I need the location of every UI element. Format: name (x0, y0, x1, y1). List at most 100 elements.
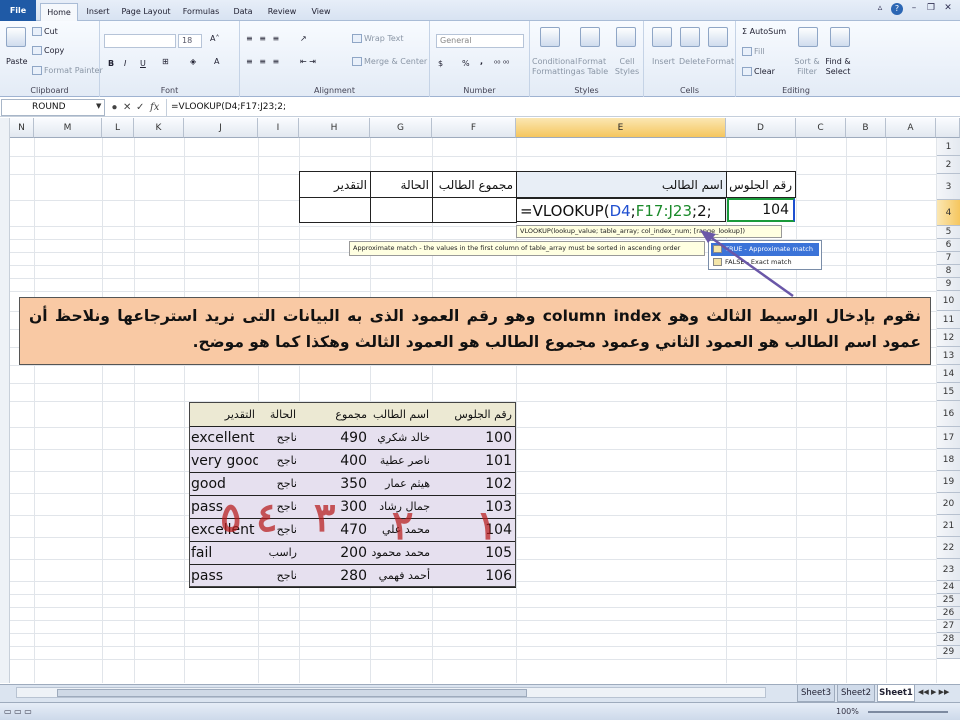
row-header-5[interactable]: 5 (936, 226, 960, 239)
row-header-19[interactable]: 19 (936, 471, 960, 493)
column-header-N[interactable]: N (10, 118, 34, 138)
tab-data[interactable]: Data (228, 3, 258, 21)
orientation-icon[interactable]: ↗ (300, 34, 307, 43)
row-header-29[interactable]: 29 (936, 646, 960, 659)
format-table-icon[interactable] (580, 27, 600, 47)
option-false-exact[interactable]: FALSE - Exact match (711, 256, 819, 269)
horizontal-scrollbar[interactable] (16, 687, 766, 698)
row-header-4[interactable]: 4 (936, 200, 960, 226)
format-button[interactable]: Format (706, 57, 734, 66)
percent-button[interactable]: % (462, 59, 470, 68)
header-seat[interactable]: رقم الجلوس (726, 171, 796, 198)
header-status[interactable]: الحالة (370, 171, 433, 198)
cut-button[interactable]: Cut (32, 27, 58, 36)
paste-icon[interactable] (6, 27, 26, 47)
row-header-14[interactable]: 14 (936, 365, 960, 383)
option-true-approximate[interactable]: TRUE - Approximate match (711, 243, 819, 256)
row-header-1[interactable]: 1 (936, 138, 960, 156)
ribbon-minimize-icon[interactable]: ▵ (874, 3, 886, 15)
cell-editing-formula[interactable]: =VLOOKUP(D4;F17:J23;2; (516, 198, 726, 222)
format-as-table-button[interactable]: Format as Table (574, 57, 610, 77)
row-header-2[interactable]: 2 (936, 156, 960, 174)
wrap-text-button[interactable]: Wrap Text (352, 34, 404, 43)
find-select-button[interactable]: Find & Select (822, 57, 854, 77)
format-cells-icon[interactable] (708, 27, 728, 47)
insert-cells-icon[interactable] (652, 27, 672, 47)
tab-file[interactable]: File (0, 0, 36, 21)
clear-button[interactable]: Clear (742, 67, 775, 76)
italic-button[interactable]: I (124, 59, 126, 68)
font-color-icon[interactable]: A (214, 57, 219, 66)
row-header-9[interactable]: 9 (936, 278, 960, 291)
insert-function-icon[interactable]: fx (150, 99, 159, 116)
row-header-7[interactable]: 7 (936, 252, 960, 265)
row-header-13[interactable]: 13 (936, 347, 960, 365)
currency-icon[interactable]: $ (438, 59, 443, 68)
tab-view[interactable]: View (306, 3, 336, 21)
tab-sheet3[interactable]: Sheet3 (797, 685, 835, 702)
paste-button[interactable]: Paste (6, 57, 28, 66)
zoom-slider[interactable] (868, 711, 948, 713)
zoom-level[interactable]: 100% (836, 703, 859, 720)
column-header-B[interactable]: B (846, 118, 886, 138)
row-header-18[interactable]: 18 (936, 449, 960, 471)
row-header-10[interactable]: 10 (936, 291, 960, 311)
column-header-I[interactable]: I (258, 118, 299, 138)
bold-button[interactable]: B (108, 59, 114, 68)
conditional-formatting-icon[interactable] (540, 27, 560, 47)
row-header-23[interactable]: 23 (936, 559, 960, 581)
row-header-11[interactable]: 11 (936, 311, 960, 329)
tab-formulas[interactable]: Formulas (178, 3, 224, 21)
autosum-button[interactable]: Σ AutoSum (742, 27, 786, 36)
row-header-21[interactable]: 21 (936, 515, 960, 537)
row-header-27[interactable]: 27 (936, 620, 960, 633)
tab-insert[interactable]: Insert (80, 3, 116, 21)
column-header-F[interactable]: F (432, 118, 516, 138)
comma-button[interactable]: , (480, 57, 483, 66)
format-painter-button[interactable]: Format Painter (32, 66, 103, 75)
row-header-20[interactable]: 20 (936, 493, 960, 515)
column-header-L[interactable]: L (102, 118, 134, 138)
cell-styles-button[interactable]: Cell Styles (614, 57, 640, 77)
confirm-entry-icon[interactable]: ✓ (136, 99, 144, 116)
cell-grade-input[interactable] (299, 197, 371, 223)
row-header-6[interactable]: 6 (936, 239, 960, 252)
close-icon[interactable]: ✕ (942, 3, 954, 15)
column-header-K[interactable]: K (134, 118, 184, 138)
row-header-24[interactable]: 24 (936, 581, 960, 594)
column-header-M[interactable]: M (34, 118, 102, 138)
header-total[interactable]: مجموع الطالب (432, 171, 517, 198)
find-select-icon[interactable] (830, 27, 850, 47)
tab-sheet2[interactable]: Sheet2 (837, 685, 875, 702)
sort-filter-icon[interactable] (798, 27, 818, 47)
help-icon[interactable]: ? (891, 3, 903, 15)
row-header-17[interactable]: 17 (936, 427, 960, 449)
cell-seat-value[interactable]: 104 (727, 198, 795, 222)
column-header-A[interactable]: A (886, 118, 936, 138)
column-header-D[interactable]: D (726, 118, 796, 138)
font-name-combo[interactable] (104, 34, 176, 48)
name-box-dropdown-icon[interactable]: ▼ (96, 102, 101, 110)
tab-sheet1[interactable]: Sheet1 (877, 685, 915, 702)
decimal-icons[interactable]: ⁰⁰ ⁰⁰ (494, 59, 509, 68)
select-all-corner[interactable] (936, 118, 960, 138)
column-header-E[interactable]: E (516, 118, 726, 138)
minimize-icon[interactable]: – (908, 3, 920, 15)
fill-button[interactable]: Fill (742, 47, 765, 56)
name-box[interactable]: ROUND (1, 99, 105, 116)
column-header-G[interactable]: G (370, 118, 432, 138)
header-grade[interactable]: التقدير (299, 171, 371, 198)
restore-icon[interactable]: ❐ (925, 3, 937, 15)
sort-filter-button[interactable]: Sort & Filter (792, 57, 822, 77)
scroll-thumb[interactable] (57, 689, 527, 697)
vertical-align-icons[interactable]: ≡ ≡ ≡ (246, 34, 281, 43)
delete-cells-icon[interactable] (680, 27, 700, 47)
copy-button[interactable]: Copy (32, 46, 64, 55)
row-header-12[interactable]: 12 (936, 329, 960, 347)
conditional-formatting-button[interactable]: Conditional Formatting (532, 57, 577, 77)
formula-input[interactable]: =VLOOKUP(D4;F17:J23;2; (166, 99, 956, 116)
header-name[interactable]: اسم الطالب (516, 171, 727, 198)
row-header-8[interactable]: 8 (936, 265, 960, 278)
font-size-combo[interactable]: 18 (178, 34, 202, 48)
grow-font-icon[interactable]: A˄ (210, 34, 219, 43)
